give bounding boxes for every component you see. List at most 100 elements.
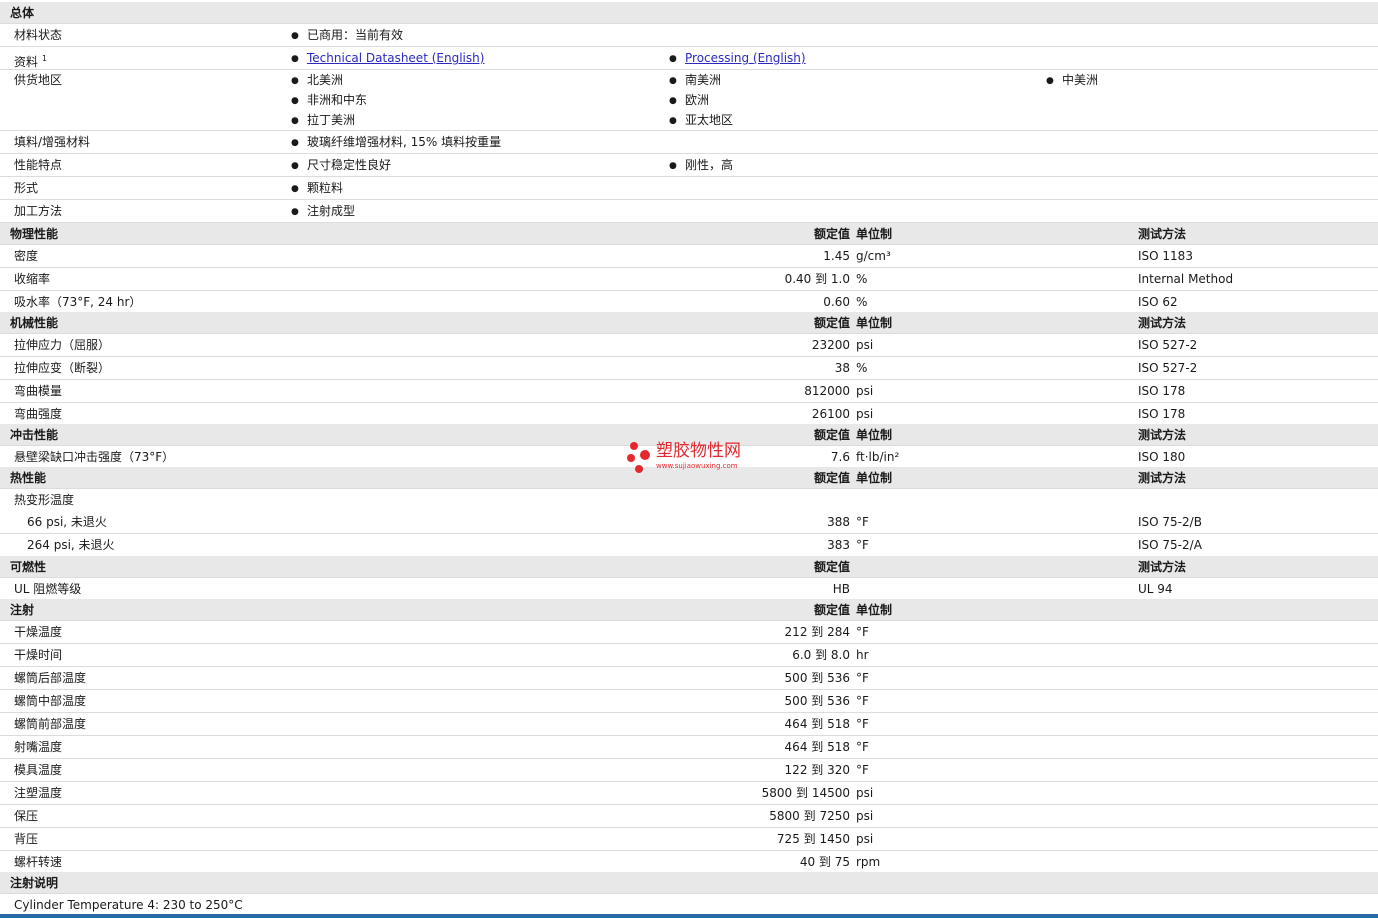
property-row: 螺筒中部温度 500 到 536 °F <box>0 690 1378 713</box>
header-unit: 单位制 <box>856 471 893 485</box>
section-title: 总体 <box>10 6 35 20</box>
property-label: 螺杆转速 <box>14 855 63 869</box>
property-value: 500 到 536 <box>784 671 850 685</box>
property-unit: °F <box>856 717 869 731</box>
header-rated: 额定值 <box>813 603 850 617</box>
property-value: 0.40 到 1.0 <box>784 272 850 286</box>
property-unit: psi <box>856 832 874 846</box>
property-unit: °F <box>856 763 869 777</box>
section-title: 热性能 <box>10 471 47 485</box>
property-method: ISO 178 <box>1138 407 1186 421</box>
property-row: 拉伸应力（屈服） 23200 psi ISO 527-2 <box>0 334 1378 357</box>
property-row: 弯曲模量 812000 psi ISO 178 <box>0 380 1378 403</box>
header-unit: 单位制 <box>856 316 893 330</box>
header-method: 测试方法 <box>1138 316 1187 330</box>
property-row: 收缩率 0.40 到 1.0 % Internal Method <box>0 268 1378 291</box>
property-label: 264 psi, 未退火 <box>27 538 115 552</box>
filler-value: 玻璃纤维增强材料, 15% 填料按重量 <box>291 131 501 155</box>
property-unit: °F <box>856 694 869 708</box>
row-form: 形式 颗粒料 <box>0 177 1378 200</box>
property-label: 射嘴温度 <box>14 740 63 754</box>
property-unit: °F <box>856 538 869 552</box>
property-row: 模具温度 122 到 320 °F <box>0 759 1378 782</box>
property-method: ISO 527-2 <box>1138 361 1198 375</box>
property-label: 弯曲模量 <box>14 384 63 398</box>
property-method: Internal Method <box>1138 272 1234 286</box>
property-unit: % <box>856 295 868 309</box>
property-unit: psi <box>856 338 874 352</box>
property-row: 拉伸应变（断裂） 38 % ISO 527-2 <box>0 357 1378 380</box>
property-value: 5800 到 14500 <box>761 786 850 800</box>
section-title: 物理性能 <box>10 227 59 241</box>
property-row: 保压 5800 到 7250 psi <box>0 805 1378 828</box>
property-value: 812000 <box>804 384 850 398</box>
header-rated: 额定值 <box>813 316 850 330</box>
property-row: 密度 1.45 g/cm³ ISO 1183 <box>0 245 1378 268</box>
property-group-label: 热变形温度 <box>14 493 75 507</box>
property-label: 拉伸应力（屈服） <box>14 338 111 352</box>
header-method: 测试方法 <box>1138 471 1187 485</box>
section-flammability: 可燃性 额定值 测试方法 <box>0 556 1378 578</box>
property-row: 干燥温度 212 到 284 °F <box>0 621 1378 644</box>
technical-datasheet-link[interactable]: Technical Datasheet (English) <box>307 51 484 65</box>
process-value: 注射成型 <box>291 200 355 224</box>
property-unit: g/cm³ <box>856 249 891 263</box>
region-item: 亚太地区 <box>669 110 733 131</box>
property-value: 7.6 <box>830 450 850 464</box>
watermark-url: www.sujiaowuxing.com <box>656 462 738 470</box>
property-unit: °F <box>856 625 869 639</box>
region-item: 北美洲 <box>291 70 343 91</box>
property-value: 464 到 518 <box>784 717 850 731</box>
property-label: 注塑温度 <box>14 786 63 800</box>
property-row: 吸水率（73°F, 24 hr） 0.60 % ISO 62 <box>0 291 1378 314</box>
property-value: 725 到 1450 <box>776 832 850 846</box>
property-value: 1.45 <box>823 249 850 263</box>
header-method: 测试方法 <box>1138 560 1187 574</box>
row-label: 加工方法 <box>14 204 63 218</box>
property-label: 干燥温度 <box>14 625 63 639</box>
watermark: 塑胶物性网 www.sujiaowuxing.com <box>626 441 741 478</box>
property-label: 收缩率 <box>14 272 51 286</box>
property-method: ISO 75-2/B <box>1138 515 1202 529</box>
property-unit: °F <box>856 671 869 685</box>
row-label: 形式 <box>14 181 39 195</box>
property-label: 干燥时间 <box>14 648 63 662</box>
property-label: 拉伸应变（断裂） <box>14 361 111 375</box>
header-rated: 额定值 <box>813 428 850 442</box>
property-label: 66 psi, 未退火 <box>27 515 107 529</box>
property-value: 500 到 536 <box>784 694 850 708</box>
property-unit: % <box>856 361 868 375</box>
section-title: 机械性能 <box>10 316 59 330</box>
property-value: 0.60 <box>823 295 850 309</box>
property-label: 背压 <box>14 832 39 846</box>
header-method: 测试方法 <box>1138 428 1187 442</box>
property-label: UL 阻燃等级 <box>14 582 82 596</box>
property-method: UL 94 <box>1138 582 1173 596</box>
property-unit: % <box>856 272 868 286</box>
property-row: 螺筒前部温度 464 到 518 °F <box>0 713 1378 736</box>
property-unit: psi <box>856 809 874 823</box>
section-title: 注射说明 <box>10 876 59 890</box>
header-rated: 额定值 <box>813 227 850 241</box>
feature-item: 刚性，高 <box>669 154 733 178</box>
property-unit: psi <box>856 407 874 421</box>
property-label: 螺筒前部温度 <box>14 717 87 731</box>
property-method: ISO 178 <box>1138 384 1186 398</box>
row-docs: 资料 1 Technical Datasheet (English) Proce… <box>0 47 1378 70</box>
status-value: 已商用：当前有效 <box>291 24 403 48</box>
property-value: 40 到 75 <box>799 855 850 869</box>
doc-item: Technical Datasheet (English) <box>291 47 484 71</box>
processing-link[interactable]: Processing (English) <box>685 51 806 65</box>
property-method: ISO 527-2 <box>1138 338 1198 352</box>
section-mechanical: 机械性能 额定值 单位制 测试方法 <box>0 312 1378 334</box>
property-group-row: 热变形温度 <box>0 489 1378 511</box>
property-value: HB <box>832 582 850 596</box>
property-unit: ft·lb/in² <box>856 450 900 464</box>
row-status: 材料状态 已商用：当前有效 <box>0 24 1378 47</box>
region-item: 欧洲 <box>669 90 709 111</box>
property-unit: °F <box>856 740 869 754</box>
section-general: 总体 <box>0 2 1378 24</box>
section-title: 冲击性能 <box>10 428 59 442</box>
property-value: 38 <box>834 361 850 375</box>
property-value: 212 到 284 <box>784 625 850 639</box>
